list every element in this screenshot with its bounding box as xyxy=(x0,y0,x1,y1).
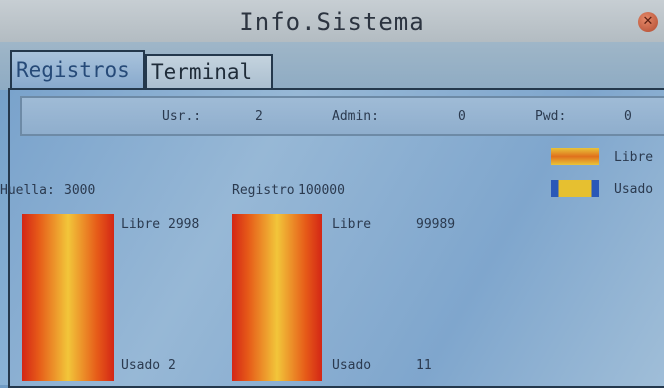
usr-value: 2 xyxy=(255,109,263,124)
admin-label: Admin: xyxy=(332,109,379,124)
usado-legend-swatch xyxy=(551,180,599,197)
usr-label: Usr.: xyxy=(162,109,202,124)
usado-legend-label: Usado xyxy=(614,182,654,197)
huella-capacity-bar xyxy=(22,214,114,381)
pwd-value: 0 xyxy=(624,109,632,124)
pwd-label: Pwd: xyxy=(535,109,567,124)
registro-libre-label: Libre xyxy=(332,217,372,232)
libre-legend-label: Libre xyxy=(614,150,654,165)
libre-legend-swatch xyxy=(551,148,599,165)
huella-label: Huella: xyxy=(0,183,55,198)
registro-libre-value: 99989 xyxy=(416,217,456,232)
close-icon[interactable]: ✕ xyxy=(638,12,658,32)
registro-usado-value: 11 xyxy=(416,358,432,373)
admin-value: 0 xyxy=(458,109,466,124)
huella-libre-value: 2998 xyxy=(168,217,200,232)
registro-label: Registro xyxy=(232,183,295,198)
window-title: Info.Sistema xyxy=(239,8,425,36)
tab-terminal[interactable]: Terminal xyxy=(145,54,273,88)
registro-usado-label: Usado xyxy=(332,358,372,373)
registro-capacity-bar xyxy=(232,214,322,381)
huella-usado-value: 2 xyxy=(168,358,176,373)
huella-libre-label: Libre xyxy=(121,217,161,232)
tab-strip: Registros Terminal xyxy=(0,42,664,90)
title-bar: Info.Sistema ✕ xyxy=(0,0,664,42)
tab-registros[interactable]: Registros xyxy=(10,50,145,90)
registro-total: 100000 xyxy=(298,183,345,198)
huella-usado-label: Usado xyxy=(121,358,161,373)
huella-total: 3000 xyxy=(64,183,96,198)
